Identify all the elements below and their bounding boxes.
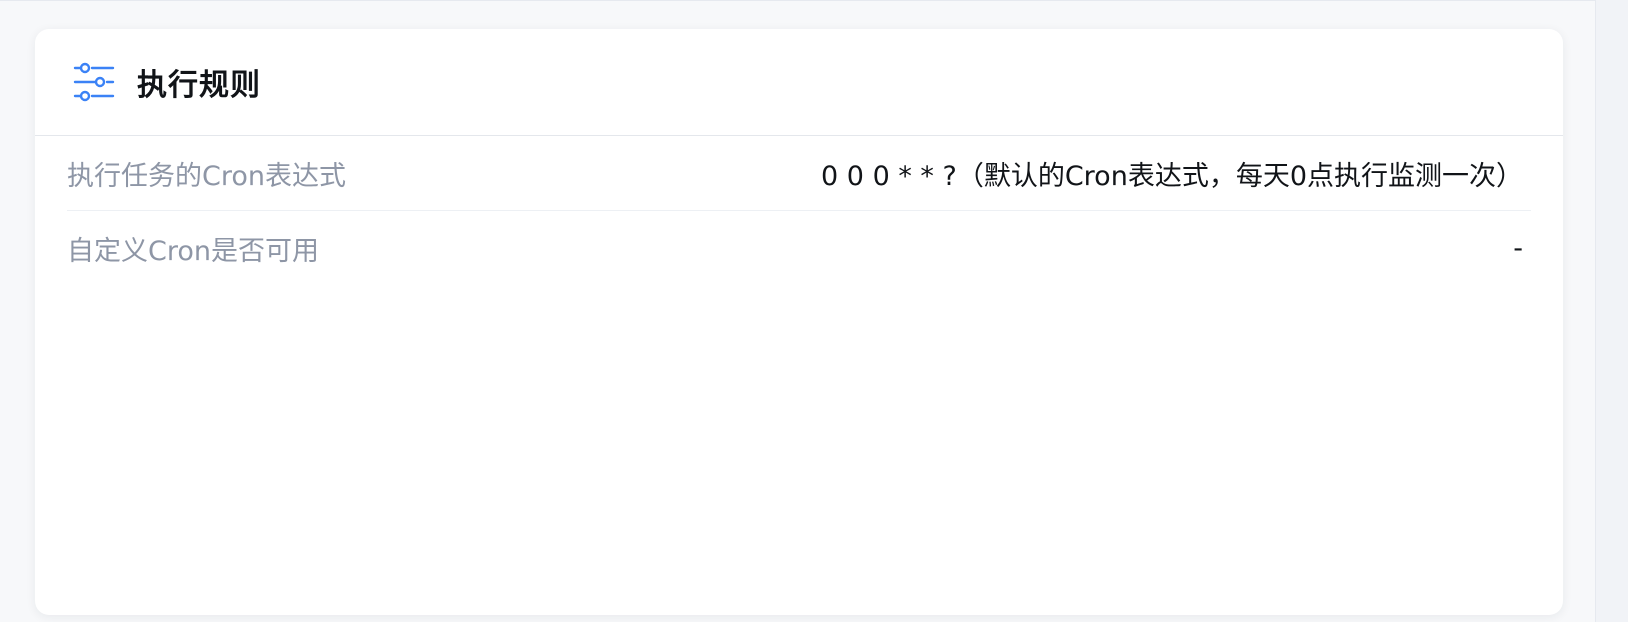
rule-row-custom-cron: 自定义Cron是否可用 -: [67, 211, 1531, 286]
sliders-icon: [72, 60, 116, 104]
rule-value: -: [1513, 233, 1523, 264]
rule-label: 自定义Cron是否可用: [67, 236, 319, 267]
execution-rules-card: 执行规则 执行任务的Cron表达式 0 0 0 * * ?（默认的Cron表达式…: [35, 29, 1563, 615]
rule-row-cron-expression: 执行任务的Cron表达式 0 0 0 * * ?（默认的Cron表达式，每天0点…: [67, 136, 1531, 211]
card-title: 执行规则: [137, 68, 261, 103]
rule-label: 执行任务的Cron表达式: [67, 160, 346, 192]
rule-value: 0 0 0 * * ?（默认的Cron表达式，每天0点执行监测一次）: [821, 160, 1523, 192]
card-header: 执行规则: [35, 29, 1563, 136]
rules-list: 执行任务的Cron表达式 0 0 0 * * ?（默认的Cron表达式，每天0点…: [35, 136, 1563, 286]
